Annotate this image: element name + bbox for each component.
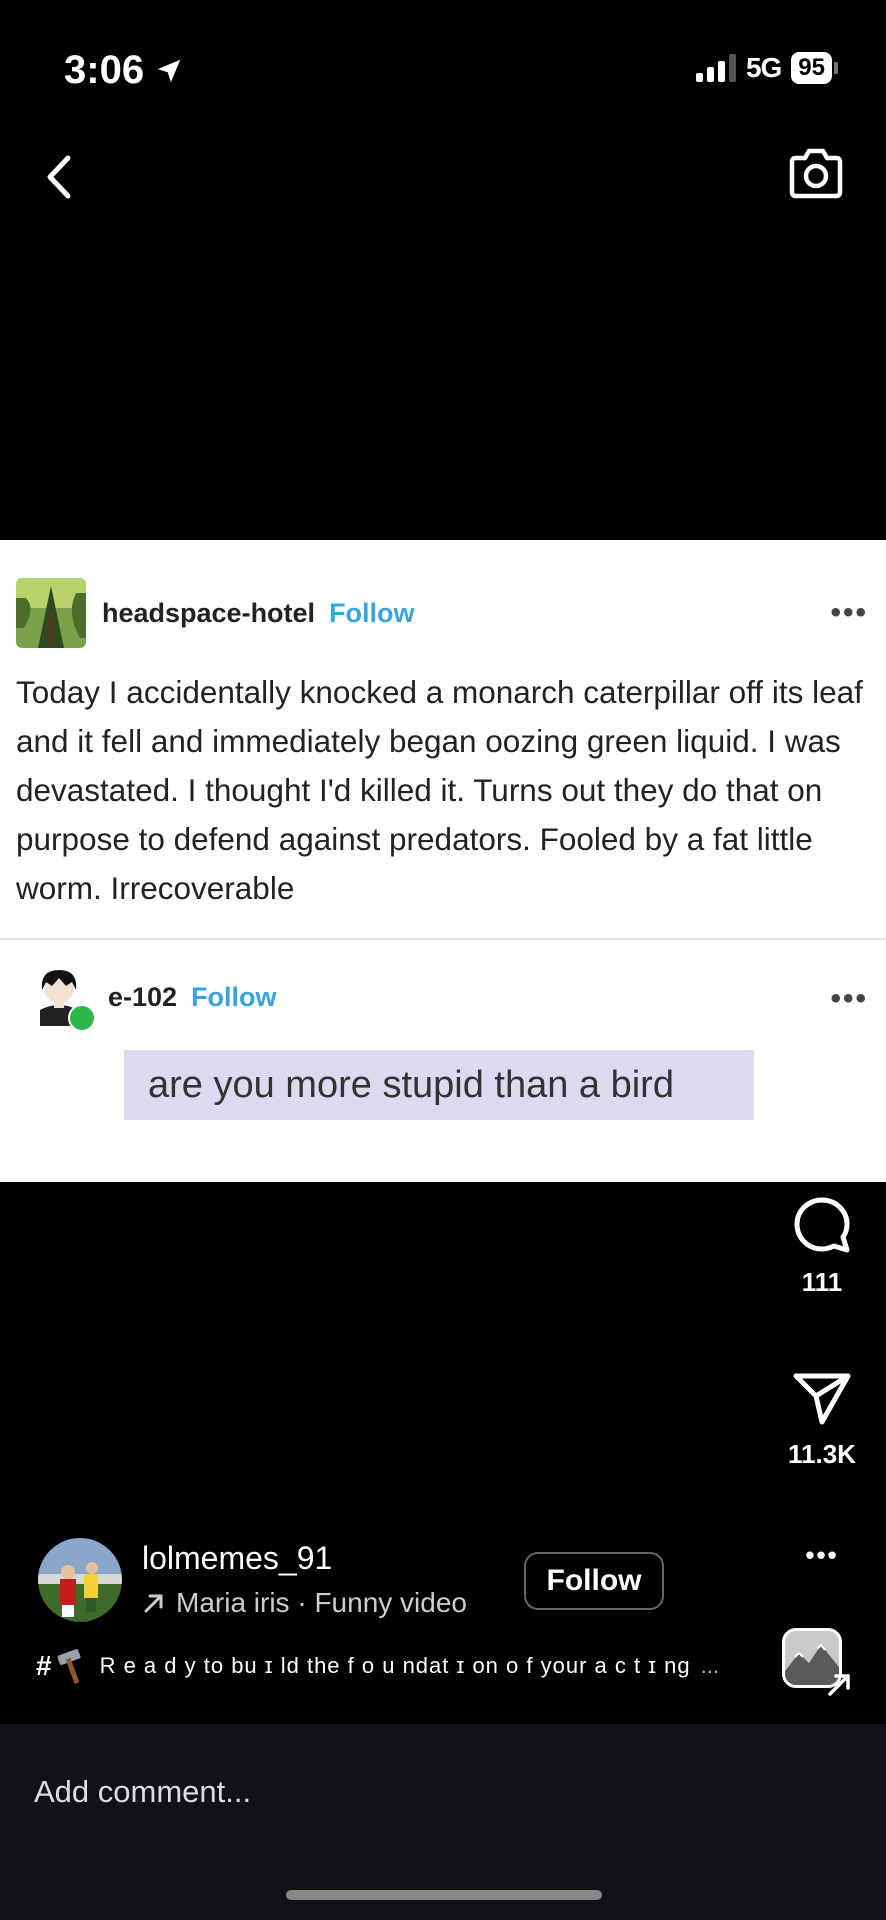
share-count: 11.3K xyxy=(788,1439,856,1469)
creator-info: lolmemes_91 Maria iris · Funny video xyxy=(38,1538,467,1622)
camera-button[interactable] xyxy=(786,146,846,202)
camera-icon xyxy=(789,148,843,199)
author-name[interactable]: headspace-hotel xyxy=(102,598,315,629)
comment-bar xyxy=(0,1724,886,1920)
like-action[interactable]: 141K xyxy=(784,1026,860,1130)
comment-count: 111 xyxy=(801,1267,843,1297)
caption-more[interactable]: ... xyxy=(701,1653,719,1679)
hammer-icon xyxy=(57,1649,81,1684)
clock: 3:06 xyxy=(64,48,145,92)
reblog-more-button[interactable]: ••• xyxy=(830,982,868,1016)
post-more-button[interactable]: ••• xyxy=(830,596,868,630)
comment-bubble-icon xyxy=(794,1197,850,1253)
home-indicator[interactable] xyxy=(286,1890,602,1900)
arrow-up-right-icon xyxy=(828,1674,850,1696)
cellular-signal-icon xyxy=(695,54,736,82)
caption[interactable]: # R e a d y to bu ɪ ld the f o u ndat ɪ … xyxy=(36,1646,736,1686)
reblog-avatar[interactable] xyxy=(26,964,96,1032)
comment-input[interactable] xyxy=(34,1774,734,1810)
heart-icon xyxy=(789,1026,855,1085)
post-card: headspace-hotel Follow ••• Today I accid… xyxy=(0,540,886,1182)
share-action[interactable]: 11.3K xyxy=(784,1370,860,1470)
battery-level: 95 xyxy=(791,52,832,84)
creator-avatar[interactable] xyxy=(38,1538,122,1622)
post-header: headspace-hotel Follow xyxy=(16,578,415,648)
like-count: 141K xyxy=(790,1099,854,1129)
network-type: 5G xyxy=(745,52,782,83)
top-nav xyxy=(0,140,886,210)
post-divider xyxy=(0,938,886,940)
arrow-up-right-icon xyxy=(144,1594,163,1613)
reblog-header: e-102 Follow xyxy=(26,964,277,1032)
more-dots-icon: ••• xyxy=(805,1540,839,1570)
author-follow-button[interactable]: Follow xyxy=(329,598,414,629)
comment-action[interactable]: 111 xyxy=(784,1196,860,1298)
reblog-icon xyxy=(68,1004,96,1032)
quoted-image-text: are you more stupid than a bird xyxy=(124,1050,754,1120)
creator-username[interactable]: lolmemes_91 xyxy=(142,1540,467,1577)
more-options-button[interactable]: ••• xyxy=(784,1540,860,1571)
back-button[interactable] xyxy=(40,152,80,202)
caption-text: R e a d y to bu ɪ ld the f o u ndat ɪ on… xyxy=(99,1653,691,1678)
status-bar: 3:06 5G 95 xyxy=(0,0,886,140)
creator-follow-button[interactable]: Follow xyxy=(524,1552,664,1610)
creator-subtitle[interactable]: Maria iris · Funny video xyxy=(142,1587,467,1619)
location-arrow-icon xyxy=(157,59,181,82)
creator-subtitle-text: Maria iris · Funny video xyxy=(176,1587,467,1618)
caption-hash: # xyxy=(36,1650,52,1681)
reblog-follow-button[interactable]: Follow xyxy=(191,982,276,1013)
chevron-left-icon xyxy=(47,155,71,199)
battery-icon: 95 xyxy=(791,52,838,84)
reblog-author-name[interactable]: e-102 xyxy=(108,982,177,1013)
status-indicators: 5G 95 xyxy=(695,52,838,84)
author-avatar[interactable] xyxy=(16,578,86,648)
send-icon xyxy=(793,1373,851,1425)
status-time: 3:06 xyxy=(64,48,184,93)
post-body: Today I accidentally knocked a monarch c… xyxy=(16,674,863,906)
